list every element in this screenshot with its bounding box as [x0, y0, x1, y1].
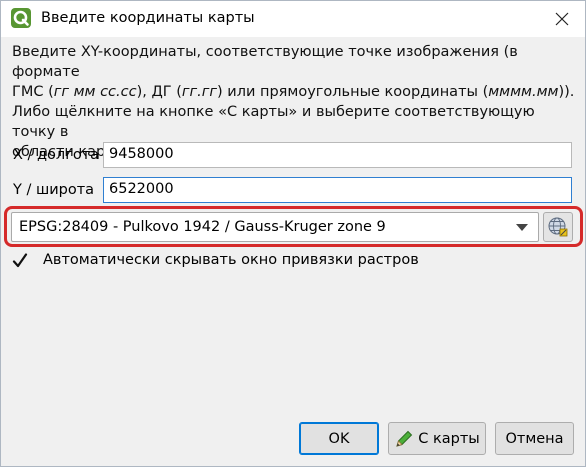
- map-coordinates-dialog: Введите координаты карты Введите XY-коор…: [0, 0, 586, 467]
- close-button[interactable]: [539, 1, 585, 37]
- auto-hide-checkbox[interactable]: [11, 252, 29, 270]
- x-longitude-input[interactable]: 9458000: [103, 142, 572, 168]
- ok-button-label: OK: [328, 430, 350, 447]
- select-crs-button[interactable]: [543, 212, 573, 242]
- auto-hide-label: Автоматически скрывать окно привязки рас…: [43, 252, 419, 268]
- window-title: Введите координаты карты: [41, 10, 255, 26]
- from-map-button[interactable]: С карты: [388, 422, 486, 455]
- qgis-icon: [11, 8, 31, 28]
- pencil-icon: [394, 429, 414, 449]
- crs-selected-value: EPSG:28409 - Pulkovo 1942 / Gauss-Kruger…: [19, 219, 386, 235]
- close-icon: [555, 12, 569, 26]
- globe-crs-icon: [548, 217, 568, 237]
- x-longitude-label: X / долгота: [13, 147, 100, 163]
- y-latitude-input[interactable]: 6522000: [103, 177, 572, 203]
- chevron-down-icon: [516, 224, 528, 231]
- from-map-button-label: С карты: [418, 430, 480, 447]
- checkmark-icon: [12, 253, 28, 268]
- cancel-button[interactable]: Отмена: [495, 422, 574, 455]
- title-bar: Введите координаты карты: [1, 1, 585, 37]
- cancel-button-label: Отмена: [505, 430, 564, 447]
- ok-button[interactable]: OK: [299, 422, 379, 455]
- crs-selector[interactable]: EPSG:28409 - Pulkovo 1942 / Gauss-Kruger…: [11, 212, 539, 242]
- y-latitude-label: Y / широта: [13, 182, 95, 198]
